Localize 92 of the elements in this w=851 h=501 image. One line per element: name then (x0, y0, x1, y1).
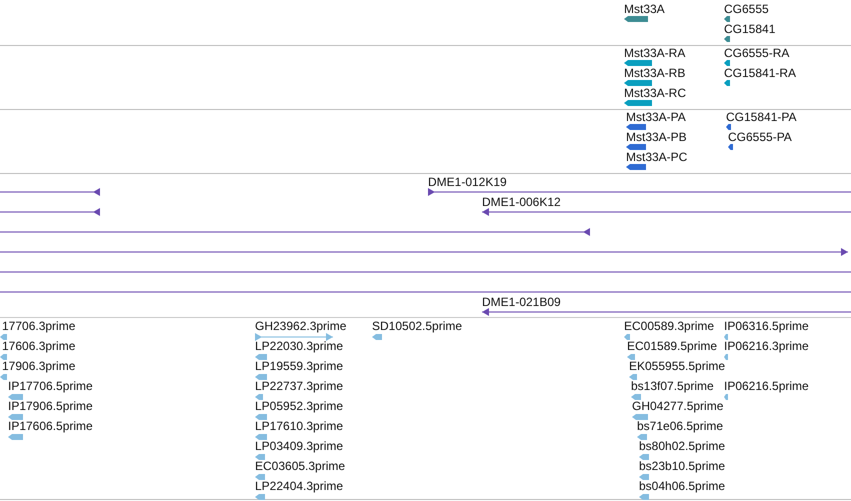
est-glyph[interactable] (255, 374, 267, 380)
est-label: IP06216.5prime (724, 380, 809, 393)
est-label: LP19559.3prime (255, 360, 344, 373)
clone-label: DME1-021B09 (482, 296, 561, 309)
gene-label: CG6555 (724, 3, 769, 16)
transcript-label: Mst33A-RB (624, 67, 686, 80)
est-glyph[interactable] (255, 414, 267, 420)
est-label: EC00589.3prime (624, 320, 714, 333)
est-label: LP03409.3prime (255, 440, 344, 453)
est-glyph[interactable] (639, 494, 649, 500)
est-glyph[interactable] (0, 334, 7, 340)
est-label: SD10502.5prime (372, 320, 462, 333)
est-label: GH04277.5prime (632, 400, 724, 413)
est-glyph[interactable] (255, 434, 267, 440)
transcript-label: Mst33A-RC (624, 87, 686, 100)
est-glyph[interactable] (255, 394, 263, 400)
est-label: LP17610.3prime (255, 420, 344, 433)
clone-line[interactable] (0, 248, 848, 256)
est-label: 17606.3prime (2, 340, 76, 353)
est-label: EC01589.5prime (627, 340, 718, 353)
est-label: LP05952.3prime (255, 400, 344, 413)
est-glyph[interactable] (255, 494, 265, 500)
est-label: EC03605.3prime (255, 460, 346, 473)
clone-line[interactable] (0, 188, 100, 196)
est-label: IP17906.5prime (8, 400, 93, 413)
est-glyph[interactable] (627, 354, 635, 360)
est-glyph[interactable] (0, 354, 7, 360)
protein-glyph[interactable] (626, 124, 646, 130)
transcript-glyph[interactable] (724, 60, 730, 66)
est-label: 17906.3prime (2, 360, 76, 373)
clone-line[interactable] (0, 208, 100, 216)
transcript-label: Mst33A-RA (624, 47, 686, 60)
est-glyph[interactable] (629, 374, 637, 380)
est-glyph[interactable] (8, 394, 23, 400)
est-label: 17706.3prime (2, 320, 76, 333)
est-glyph[interactable] (631, 394, 641, 400)
gene-glyph[interactable] (724, 36, 730, 42)
est-glyph[interactable] (255, 333, 333, 341)
est-glyph[interactable] (724, 334, 728, 340)
clone-line[interactable] (0, 228, 590, 236)
clone-line[interactable] (482, 208, 851, 216)
transcript-glyph[interactable] (624, 100, 652, 106)
est-glyph[interactable] (255, 474, 265, 480)
est-glyph[interactable] (624, 334, 630, 340)
est-glyph[interactable] (724, 394, 728, 400)
est-glyph[interactable] (724, 354, 728, 360)
est-label: IP17706.5prime (8, 380, 93, 393)
protein-label: Mst33A-PC (626, 151, 688, 164)
est-glyph[interactable] (639, 454, 649, 460)
est-label: GH23962.3prime (255, 320, 346, 333)
est-glyph[interactable] (637, 434, 647, 440)
gene-label: Mst33A (624, 3, 665, 16)
clone-line[interactable] (428, 188, 851, 196)
clone-line[interactable] (482, 308, 851, 316)
est-glyph[interactable] (255, 354, 267, 360)
protein-glyph[interactable] (626, 144, 646, 150)
est-glyph[interactable] (8, 434, 23, 440)
est-label: EK055955.5prime (629, 360, 726, 373)
est-label: LP22404.3prime (255, 480, 344, 493)
transcript-label: CG15841-RA (724, 67, 796, 80)
protein-glyph[interactable] (626, 164, 646, 170)
protein-glyph[interactable] (728, 144, 733, 150)
est-glyph[interactable] (8, 414, 23, 420)
protein-label: CG15841-PA (726, 111, 796, 124)
est-label: bs13f07.5prime (631, 380, 714, 393)
est-glyph[interactable] (632, 414, 648, 420)
est-glyph[interactable] (372, 334, 382, 340)
protein-label: Mst33A-PA (626, 111, 686, 124)
transcript-label: CG6555-RA (724, 47, 790, 60)
est-label: IP06216.3prime (724, 340, 809, 353)
est-label: bs23b10.5prime (639, 460, 726, 473)
gene-glyph[interactable] (624, 16, 648, 22)
est-label: LP22030.3prime (255, 340, 344, 353)
est-glyph[interactable] (255, 454, 265, 460)
transcript-glyph[interactable] (624, 80, 652, 86)
est-glyph[interactable] (639, 474, 649, 480)
est-glyph[interactable] (0, 374, 7, 380)
gene-label: CG15841 (724, 23, 776, 36)
est-label: IP17606.5prime (8, 420, 93, 433)
est-label: IP06316.5prime (724, 320, 809, 333)
est-label: bs80h02.5prime (639, 440, 726, 453)
protein-glyph[interactable] (726, 124, 731, 130)
protein-label: CG6555-PA (728, 131, 792, 144)
transcript-glyph[interactable] (724, 80, 730, 86)
protein-label: Mst33A-PB (626, 131, 687, 144)
est-label: LP22737.3prime (255, 380, 344, 393)
transcript-glyph[interactable] (624, 60, 652, 66)
clone-label: DME1-012K19 (428, 176, 507, 189)
est-label: bs71e06.5prime (637, 420, 724, 433)
clone-label: DME1-006K12 (482, 196, 561, 209)
gene-glyph[interactable] (724, 16, 730, 22)
est-label: bs04h06.5prime (639, 480, 726, 493)
